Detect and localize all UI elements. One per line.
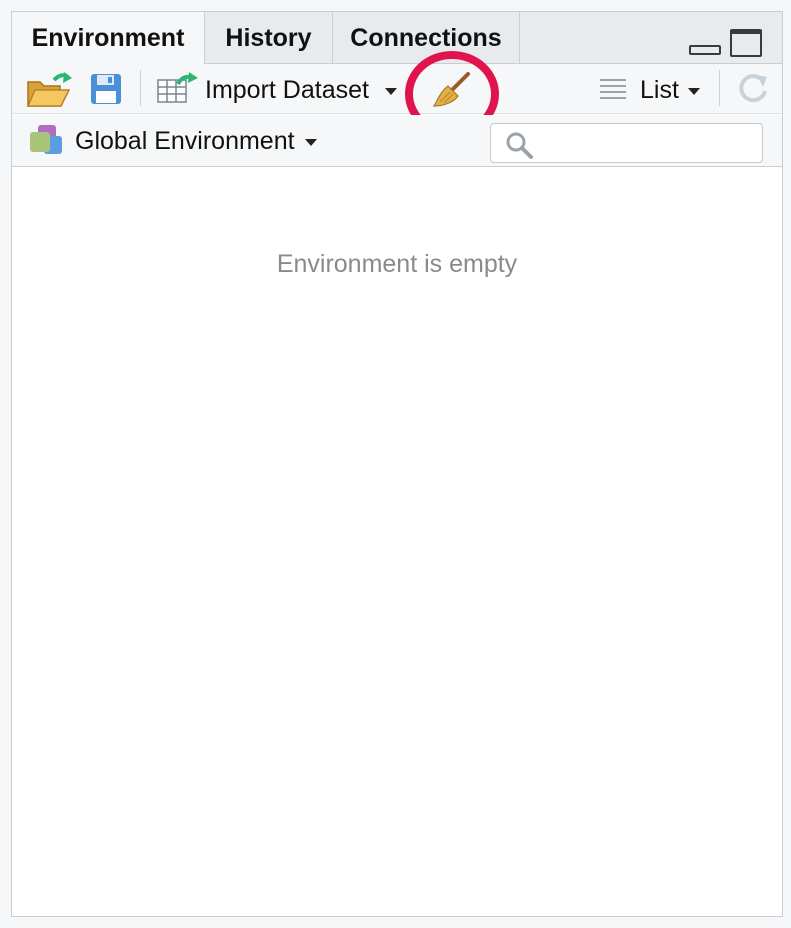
list-view-icon[interactable] — [600, 78, 626, 100]
tab-strip: Environment History Connections — [12, 12, 782, 65]
minimize-pane-icon[interactable] — [689, 45, 721, 55]
refresh-icon[interactable] — [735, 71, 771, 107]
empty-environment-message: Environment is empty — [276, 250, 518, 278]
search-box[interactable] — [490, 123, 763, 163]
environment-selector-bar: Global Environment — [12, 115, 782, 167]
chevron-down-icon[interactable] — [305, 139, 317, 146]
global-environment-dropdown[interactable]: Global Environment — [75, 127, 295, 156]
import-dataset-button[interactable]: Import Dataset — [205, 76, 369, 105]
tab-history[interactable]: History — [205, 12, 333, 64]
tab-connections[interactable]: Connections — [333, 12, 520, 64]
chevron-down-icon[interactable] — [688, 88, 700, 95]
import-table-icon[interactable] — [156, 72, 200, 104]
tab-environment[interactable]: Environment — [12, 12, 205, 65]
broom-icon[interactable] — [432, 72, 472, 108]
maximize-pane-icon[interactable] — [730, 29, 762, 57]
toolbar-separator — [140, 70, 141, 106]
save-disk-icon[interactable] — [90, 73, 122, 105]
open-folder-icon[interactable] — [26, 72, 74, 108]
chevron-down-icon[interactable] — [385, 88, 397, 95]
view-mode-button[interactable]: List — [640, 76, 679, 105]
search-input[interactable] — [539, 128, 754, 158]
environment-pane: Environment History Connections Import D… — [11, 11, 783, 917]
environment-toolbar: Import Dataset List — [12, 64, 782, 114]
toolbar-separator — [719, 70, 720, 106]
search-icon — [506, 132, 533, 159]
environment-stack-icon — [30, 125, 62, 154]
